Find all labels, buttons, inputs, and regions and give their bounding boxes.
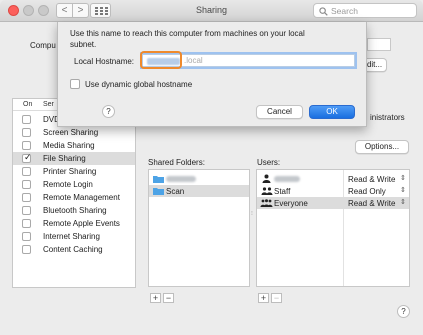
header-on: On (23, 101, 33, 108)
service-label: Media Sharing (43, 141, 95, 150)
shared-folders-list: Scan (148, 169, 250, 287)
service-row[interactable]: Bluetooth Sharing (13, 204, 135, 217)
user-row[interactable]: Read & Write ⇕ (257, 173, 409, 185)
service-checkbox[interactable] (22, 115, 31, 124)
add-user-button[interactable]: + (258, 293, 269, 303)
dynamic-hostname-checkbox[interactable] (70, 79, 80, 89)
service-row[interactable]: Internet Sharing (13, 230, 135, 243)
splitter-handle[interactable]: ⁝ (251, 210, 253, 217)
service-row[interactable]: Screen Sharing (13, 126, 135, 139)
updown-chevron-icon[interactable]: ⇕ (400, 174, 406, 182)
remove-user-button[interactable]: − (271, 293, 282, 303)
minus-icon: − (165, 293, 172, 303)
service-row[interactable]: Remote Apple Events (13, 217, 135, 230)
folder-row[interactable] (149, 173, 249, 185)
sheet-help-button[interactable]: ? (102, 105, 115, 118)
search-placeholder: Search (331, 6, 358, 16)
user-icon (262, 174, 271, 183)
everyone-icon (260, 199, 273, 207)
hostname-sheet: Use this name to reach this computer fro… (57, 22, 367, 127)
service-label: Screen Sharing (43, 128, 99, 137)
service-label: Printer Sharing (43, 167, 97, 176)
ok-button[interactable]: OK (309, 105, 355, 119)
search-icon (319, 7, 328, 16)
user-row-selected[interactable]: Everyone Read & Write ⇕ (257, 197, 409, 209)
user-row[interactable]: Staff Read Only ⇕ (257, 185, 409, 197)
administrators-text: inistrators (370, 113, 405, 122)
plus-icon: + (260, 293, 267, 303)
computer-name-field[interactable] (367, 38, 391, 51)
service-checkbox[interactable] (22, 193, 31, 202)
permission-value[interactable]: Read Only (348, 187, 386, 196)
service-checkbox[interactable] (22, 141, 31, 150)
service-row[interactable]: Remote Login (13, 178, 135, 191)
group-icon (261, 187, 273, 195)
computer-name-label: Compu (30, 41, 56, 50)
edit-button-label: dit... (366, 60, 383, 69)
service-row[interactable]: Printer Sharing (13, 165, 135, 178)
user-name: Staff (274, 187, 291, 196)
shared-folders-label: Shared Folders: (148, 158, 205, 167)
local-hostname-label: Local Hostname: (74, 57, 135, 66)
plus-icon: + (152, 293, 159, 303)
service-label: Content Caching (43, 245, 103, 254)
focus-highlight (140, 51, 182, 69)
titlebar: < > Sharing Search (0, 0, 423, 22)
minus-icon: − (273, 293, 280, 303)
user-name: Everyone (274, 199, 308, 208)
ok-button-label: OK (326, 107, 338, 116)
service-row[interactable]: Media Sharing (13, 139, 135, 152)
options-button[interactable]: Options... (355, 140, 409, 154)
service-label: Remote Management (43, 193, 120, 202)
cancel-button-label: Cancel (267, 107, 292, 116)
service-label: Internet Sharing (43, 232, 100, 241)
service-checkbox[interactable] (22, 180, 31, 189)
folder-icon (153, 176, 164, 183)
hostname-suffix: .local (184, 56, 203, 65)
service-label: File Sharing (43, 154, 86, 163)
permission-value[interactable]: Read & Write (348, 199, 395, 208)
remove-folder-button[interactable]: − (163, 293, 174, 303)
users-list: Read & Write ⇕ Staff Read Only ⇕ Everyon… (256, 169, 410, 287)
service-row[interactable]: Remote Management (13, 191, 135, 204)
service-label: Bluetooth Sharing (43, 206, 107, 215)
service-checkbox[interactable] (22, 232, 31, 241)
permission-value[interactable]: Read & Write (348, 175, 395, 184)
add-folder-button[interactable]: + (150, 293, 161, 303)
user-name-redacted (274, 176, 300, 182)
search-field[interactable]: Search (313, 3, 417, 18)
service-checkbox[interactable] (22, 167, 31, 176)
service-label: Remote Apple Events (43, 219, 120, 228)
dynamic-hostname-label: Use dynamic global hostname (85, 80, 193, 89)
help-icon: ? (106, 107, 111, 116)
sharing-window: < > Sharing Search Compu dit... inistrat… (0, 0, 423, 335)
help-icon: ? (401, 307, 406, 316)
service-row[interactable]: Content Caching (13, 243, 135, 256)
folder-row-selected[interactable]: Scan (149, 185, 249, 197)
folder-name-redacted (166, 176, 196, 182)
help-button[interactable]: ? (397, 305, 410, 318)
header-service: Ser (43, 101, 54, 108)
service-checkbox[interactable] (22, 245, 31, 254)
folder-name: Scan (166, 187, 185, 196)
folder-icon (153, 188, 164, 195)
sheet-message: Use this name to reach this computer fro… (70, 29, 305, 49)
cancel-button[interactable]: Cancel (256, 105, 303, 119)
options-button-label: Options... (364, 142, 400, 151)
service-checkbox[interactable]: ✓ (22, 152, 32, 163)
updown-chevron-icon[interactable]: ⇕ (400, 186, 406, 194)
service-checkbox[interactable] (22, 219, 31, 228)
service-checkbox[interactable] (22, 206, 31, 215)
service-label: Remote Login (43, 180, 93, 189)
users-label: Users: (257, 158, 281, 167)
service-checkbox[interactable] (22, 128, 31, 137)
updown-chevron-icon[interactable]: ⇕ (400, 198, 406, 206)
checkmark-icon: ✓ (24, 152, 32, 162)
service-row[interactable]: ✓ File Sharing (13, 152, 135, 165)
